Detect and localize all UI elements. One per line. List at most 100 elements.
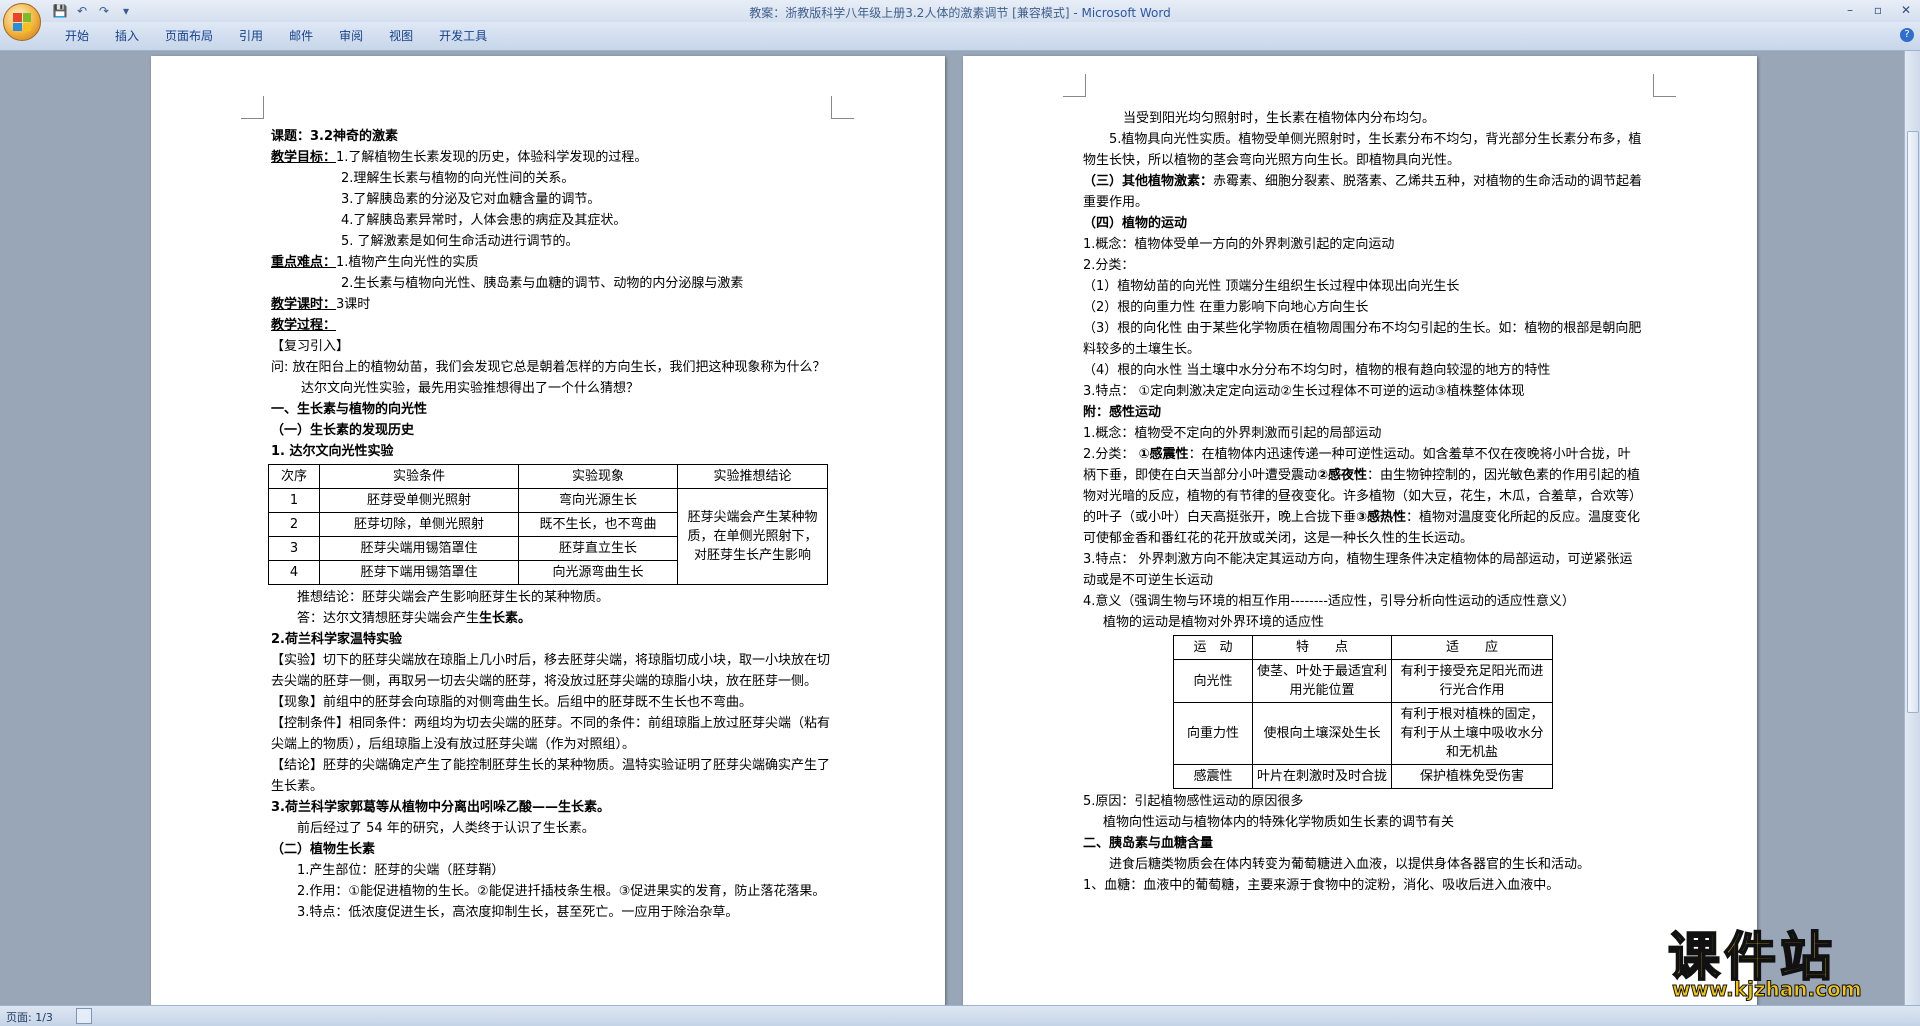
process-label: 教学过程： — [271, 318, 337, 333]
table-conclusion: 胚芽尖端会产生某种物质，在单侧光照射下，对胚芽生长产生影响 — [677, 488, 828, 585]
tab-page-layout[interactable]: 页面布局 — [152, 28, 226, 44]
tab-insert[interactable]: 插入 — [102, 28, 152, 44]
table-header: 运 动 — [1173, 635, 1253, 660]
page-indicator[interactable]: 页面: 1/3 — [6, 1009, 53, 1025]
title-bar: 💾 ↶ ↷ ▾ 教案：浙教版科学八年级上册3.2人体的激素调节 [兼容模式] -… — [0, 0, 1920, 22]
p2-line: 1.概念：植物体受单一方向的外界刺激引起的定向运动 — [1083, 237, 1395, 252]
table-row: 感震性 叶片在刺激时及时合拢 保护植株免受伤害 — [1173, 764, 1553, 789]
p2-line: （三）其他植物激素：赤霉素、细胞分裂素、脱落素、乙烯共五种，对植物的生命活动的调… — [1083, 174, 1643, 210]
went-conclusion: 【结论】胚芽的尖端确定产生了能控制胚芽生长的某种物质。温特实验证明了胚芽尖端确实… — [271, 758, 831, 794]
help-icon[interactable]: ? — [1900, 28, 1914, 42]
review-heading: 【复习引入】 — [271, 339, 350, 354]
goal-3: 3.了解胰岛素的分泌及它对血糖含量的调节。 — [341, 192, 601, 207]
ribbon-tabs: 开始 插入 页面布局 引用 邮件 审阅 视图 开发工具 — [52, 28, 500, 44]
auxin-effect: 2.作用：①能促进植物的生长。②能促进扦插枝条生根。③促进果实的发育，防止落花落… — [297, 884, 826, 899]
document-workspace: 课题：3.2神奇的激素 教学目标：1.了解植物生长素发现的历史，体验科学发现的过… — [0, 51, 1905, 1005]
goal-5: 5. 了解激素是如何生命活动进行调节的。 — [341, 234, 579, 249]
p2-line: 当受到阳光均匀照射时，生长素在植物体内分布均匀。 — [1123, 111, 1436, 126]
table-row: 向重力性 使根向土壤深处生长 有利于根对植株的固定，有利于从土壤中吸收水分和无机… — [1173, 702, 1553, 765]
table-header: 实验推想结论 — [677, 464, 828, 489]
auxin-site: 1.产生部位：胚芽的尖端（胚芽鞘） — [297, 863, 505, 878]
p2-line: 3.特点： ①定向刺激决定定向运动②生长过程体不可逆的运动③植株整体体现 — [1083, 384, 1525, 399]
kogl-text: 前后经过了 54 年的研究，人类终于认识了生长素。 — [297, 821, 595, 836]
darwin-heading: 1. 达尔文向光性实验 — [271, 444, 394, 459]
p2-line: 植物的运动是植物对外界环境的适应性 — [1103, 615, 1325, 630]
tab-view[interactable]: 视图 — [376, 28, 426, 44]
auxin-feature: 3.特点：低浓度促进生长，高浓度抑制生长，甚至死亡。一应用于除治杂草。 — [297, 905, 739, 920]
page-2-content[interactable]: 当受到阳光均匀照射时，生长素在植物体内分布均匀。 5.植物具向光性实质。植物受单… — [1083, 108, 1643, 896]
crop-mark — [241, 96, 264, 119]
p2-line: 5.原因：引起植物感性运动的原因很多 — [1083, 794, 1304, 809]
hours-value: 3课时 — [336, 297, 371, 312]
table-row: 1 胚芽受单侧光照射 弯向光源生长 胚芽尖端会产生某种物质，在单侧光照射下，对胚… — [268, 488, 828, 585]
goal-2: 2.理解生长素与植物的向光性间的关系。 — [341, 171, 575, 186]
p2-heading: （四）植物的运动 — [1083, 216, 1188, 231]
lesson-title-line: 课题：3.2神奇的激素 — [271, 129, 399, 144]
crop-mark — [1653, 74, 1676, 97]
key-point-1: 1.植物产生向光性的实质 — [336, 255, 479, 270]
tab-references[interactable]: 引用 — [226, 28, 276, 44]
p2-line: 5.植物具向光性实质。植物受单侧光照射时，生长素分布不均匀，背光部分生长素分布多… — [1083, 132, 1642, 168]
p2-line: 1.概念：植物受不定向的外界刺激而引起的局部运动 — [1083, 426, 1382, 441]
plant-movement-table: 运 动 特 点 适 应 向光性 使茎、叶处于最适宜利用光能位置 有利于接受充足阳… — [1173, 635, 1553, 789]
tab-developer[interactable]: 开发工具 — [426, 28, 500, 44]
goal-1: 1.了解植物生长素发现的历史，体验科学发现的过程。 — [336, 150, 648, 165]
tab-home[interactable]: 开始 — [52, 28, 102, 44]
p2-line: 2.分类： — [1083, 258, 1135, 273]
p2-line: 4.意义（强调生物与环境的相互作用--------适应性，引导分析向性运动的适应… — [1083, 594, 1575, 609]
app-name: Microsoft Word — [1081, 6, 1171, 20]
hours-label: 教学课时： — [271, 297, 337, 312]
section-1-heading: 一、生长素与植物的向光性 — [271, 402, 428, 417]
crop-mark — [831, 96, 854, 119]
tab-review[interactable]: 审阅 — [326, 28, 376, 44]
goals-label: 教学目标： — [271, 150, 337, 165]
p2-line: （2）根的向重力性 在重力影响下向地心方向生长 — [1083, 300, 1369, 315]
document-title: 教案：浙教版科学八年级上册3.2人体的激素调节 [兼容模式] - — [749, 6, 1082, 20]
p2-line: （4）根的向水性 当土壤中水分分布不均匀时，植物的根有趋向较湿的地方的特性 — [1083, 363, 1551, 378]
p2-line: 1、血糖：血液中的葡萄糖，主要来源于食物中的淀粉，消化、吸收后进入血液中。 — [1083, 878, 1560, 893]
table-header: 实验条件 — [319, 464, 519, 489]
tab-mailings[interactable]: 邮件 — [276, 28, 326, 44]
key-points-label: 重点难点： — [271, 255, 337, 270]
crop-mark — [1063, 74, 1086, 97]
p2-line: 进食后糖类物质会在体内转变为葡萄糖进入血液，以提供身体各器官的生长和活动。 — [1109, 857, 1591, 872]
subsection-1-heading: （一）生长素的发现历史 — [271, 423, 415, 438]
document-page-1: 课题：3.2神奇的激素 教学目标：1.了解植物生长素发现的历史，体验科学发现的过… — [151, 56, 945, 1005]
goal-4: 4.了解胰岛素异常时，人体会患的病症及其症状。 — [341, 213, 627, 228]
table-header: 适 应 — [1391, 635, 1553, 660]
ribbon: 开始 插入 页面布局 引用 邮件 审阅 视图 开发工具 ? — [0, 22, 1920, 51]
close-button[interactable]: ✕ — [1892, 0, 1920, 20]
status-bar: 页面: 1/3 — [0, 1005, 1920, 1026]
table-header: 次序 — [268, 464, 320, 489]
went-control: 【控制条件】相同条件：两组均为切去尖端的胚芽。不同的条件：前组琼脂上放过胚芽尖端… — [271, 716, 831, 752]
p2-line: （1）植物幼苗的向光性 顶端分生组织生长过程中体现出向光生长 — [1083, 279, 1460, 294]
p2-line: （3）根的向化性 由于某些化学物质在植物周围分布不均匀引起的生长。如：植物的根部… — [1083, 321, 1642, 357]
watermark-url: www.kjzhan.com — [1672, 977, 1863, 1002]
proofing-icon[interactable] — [76, 1008, 92, 1024]
page-1-content[interactable]: 课题：3.2神奇的激素 教学目标：1.了解植物生长素发现的历史，体验科学发现的过… — [268, 126, 831, 923]
document-page-2: 当受到阳光均匀照射时，生长素在植物体内分布均匀。 5.植物具向光性实质。植物受单… — [963, 56, 1757, 1005]
went-experiment: 【实验】切下的胚芽尖端放在琼脂上几小时后，移去胚芽尖端，将琼脂切成小块，取一小块… — [271, 653, 831, 689]
darwin-intro: 达尔文向光性实验，最先用实验推想得出了一个什么猜想？ — [301, 381, 640, 396]
kogl-heading: 3.荷兰科学家郭葛等从植物中分离出吲哚乙酸——生长素。 — [271, 800, 610, 815]
site-watermark: 课件站 www.kjzhan.com — [1667, 915, 1898, 1005]
went-heading: 2.荷兰科学家温特实验 — [271, 632, 402, 647]
inference-text: 推想结论：胚芽尖端会产生影响胚芽生长的某种物质。 — [297, 590, 610, 605]
table-header: 特 点 — [1252, 635, 1392, 660]
p2-line: 植物向性运动与植物体内的特殊化学物质如生长素的调节有关 — [1103, 815, 1455, 830]
p2-line: 2.分类： ①感震性：在植物体内迅速传递一种可逆性运动。如含羞草不仅在夜晚将小叶… — [1083, 447, 1643, 546]
p2-line: 3.特点： 外界刺激方向不能决定其运动方向，植物生理条件决定植物体的局部运动，可… — [1083, 552, 1633, 588]
vertical-scrollbar[interactable] — [1904, 51, 1920, 1005]
answer-text: 答：达尔文猜想胚芽尖端会产生生长素。 — [297, 611, 532, 626]
scrollbar-thumb[interactable] — [1907, 131, 1919, 713]
minimize-button[interactable]: – — [1836, 0, 1864, 20]
darwin-experiment-table: 次序 实验条件 实验现象 实验推想结论 1 胚芽受单侧光照射 弯向光源生长 胚芽… — [268, 464, 828, 585]
subsection-2-heading: （二）植物生长素 — [271, 842, 376, 857]
key-point-2: 2.生长素与植物向光性、胰岛素与血糖的调节、动物的内分泌腺与激素 — [341, 276, 744, 291]
office-button[interactable] — [3, 3, 41, 41]
table-row: 向光性 使茎、叶处于最适宜利用光能位置 有利于接受充足阳光而进行光合作用 — [1173, 659, 1553, 703]
table-header: 实验现象 — [518, 464, 678, 489]
window-title: 教案：浙教版科学八年级上册3.2人体的激素调节 [兼容模式] - Microso… — [0, 4, 1920, 21]
window-controls: – ▫ ✕ — [1836, 0, 1920, 20]
maximize-button[interactable]: ▫ — [1864, 0, 1892, 20]
